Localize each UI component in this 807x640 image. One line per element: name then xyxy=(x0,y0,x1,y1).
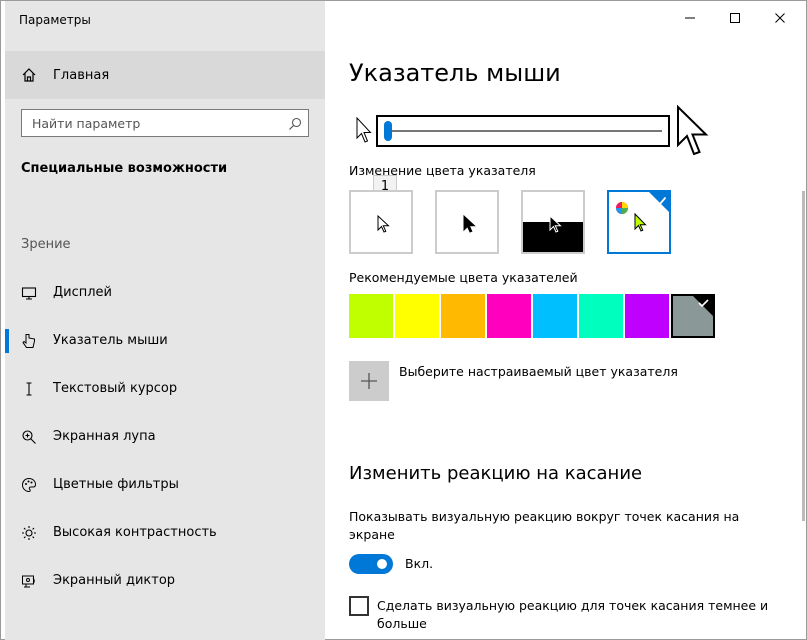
main-content: Указатель мыши Изменение цвета указателя… xyxy=(325,1,807,640)
pointer-size-slider[interactable] xyxy=(376,115,670,147)
touch-feedback-description: Показывать визуальную реакцию вокруг точ… xyxy=(349,509,740,542)
sidebar-item-label: Дисплей xyxy=(53,285,113,300)
sidebar-item-magnifier[interactable]: Экранная лупа xyxy=(5,413,325,461)
sidebar-item-label: Текстовый курсор xyxy=(53,381,178,396)
mouse-pointer-icon xyxy=(21,333,37,349)
group-title: Зрение xyxy=(21,237,71,252)
brightness-icon xyxy=(21,525,37,541)
monitor-icon xyxy=(21,285,37,301)
sidebar-item-label: Экранная лупа xyxy=(53,429,156,444)
white-pointer-icon xyxy=(377,214,390,233)
sidebar-item-display[interactable]: Дисплей xyxy=(5,269,325,317)
sidebar-item-mouse-pointer[interactable]: Указатель мыши xyxy=(5,317,325,365)
color-swatch[interactable] xyxy=(579,294,623,338)
magnifier-icon xyxy=(21,429,37,445)
sidebar-item-label: Высокая контрастность xyxy=(53,525,217,540)
inverted-pointer-icon xyxy=(523,214,583,252)
window-title: Параметры xyxy=(19,13,91,27)
pointer-color-inverted[interactable] xyxy=(521,190,585,254)
sidebar-item-label: Цветные фильтры xyxy=(53,477,179,492)
color-swatch[interactable] xyxy=(487,294,531,338)
sidebar-item-label: Экранный диктор xyxy=(53,573,176,588)
pointer-color-white[interactable] xyxy=(349,190,413,254)
black-pointer-icon xyxy=(463,214,476,233)
search-box xyxy=(21,109,309,137)
scrollbar[interactable] xyxy=(802,191,805,521)
sidebar-item-high-contrast[interactable]: Высокая контрастность xyxy=(5,509,325,557)
checkmark-icon xyxy=(693,296,713,316)
page-title: Указатель мыши xyxy=(349,59,561,87)
search-input[interactable] xyxy=(22,110,282,136)
toggle-knob xyxy=(377,559,387,569)
darker-feedback-checkbox[interactable] xyxy=(349,596,369,616)
darker-feedback-label[interactable]: Сделать визуальную реакцию для точек кас… xyxy=(377,597,777,633)
palette-icon xyxy=(21,477,37,493)
search-icon[interactable] xyxy=(288,116,302,130)
small-pointer-icon xyxy=(356,116,372,145)
add-custom-color-label[interactable]: Выберите настраиваемый цвет указателя xyxy=(399,364,678,379)
home-icon xyxy=(21,67,37,83)
narrator-icon xyxy=(21,573,37,589)
color-swatch[interactable] xyxy=(395,294,439,338)
add-custom-color-button[interactable] xyxy=(349,361,389,401)
text-cursor-icon xyxy=(21,381,37,397)
sidebar-item-home[interactable]: Главная xyxy=(5,51,325,99)
plus-icon xyxy=(361,373,377,389)
sidebar-item-narrator[interactable]: Экранный диктор xyxy=(5,557,325,605)
section-title: Специальные возможности xyxy=(21,161,228,176)
sidebar: Параметры Главная Специальные возможност… xyxy=(5,1,325,640)
recommended-colors-label: Рекомендуемые цвета указателей xyxy=(349,270,578,285)
color-swatch[interactable] xyxy=(671,294,715,338)
touch-feedback-title: Изменить реакцию на касание xyxy=(349,463,643,484)
sidebar-item-label: Указатель мыши xyxy=(53,333,168,348)
slider-thumb[interactable] xyxy=(384,121,392,141)
sidebar-item-color-filters[interactable]: Цветные фильтры xyxy=(5,461,325,509)
sidebar-item-text-cursor[interactable]: Текстовый курсор xyxy=(5,365,325,413)
pointer-color-custom[interactable] xyxy=(607,190,671,254)
pointer-color-black[interactable] xyxy=(435,190,499,254)
slider-track xyxy=(384,130,662,132)
toggle-state-label: Вкл. xyxy=(405,556,434,571)
custom-color-pointer-icon xyxy=(616,192,669,232)
touch-feedback-toggle[interactable] xyxy=(349,554,393,574)
large-pointer-icon xyxy=(676,104,710,159)
color-swatch[interactable] xyxy=(625,294,669,338)
color-swatch[interactable] xyxy=(533,294,577,338)
sidebar-item-label: Главная xyxy=(53,68,110,83)
color-swatch[interactable] xyxy=(349,294,393,338)
settings-window: Параметры Главная Специальные возможност… xyxy=(0,0,807,640)
color-swatch[interactable] xyxy=(441,294,485,338)
